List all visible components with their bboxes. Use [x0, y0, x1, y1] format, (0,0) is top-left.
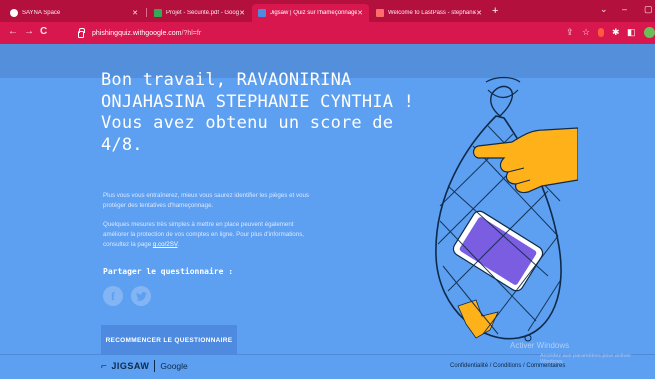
tab-projet-securite[interactable]: Projet - Sécurité.pdf - Google D ✕ — [148, 4, 251, 22]
sayna-favicon-icon — [10, 9, 18, 17]
lastpass-favicon-icon — [376, 9, 384, 17]
paragraph-prefix: Quelques mesures très simples à mettre e… — [103, 221, 305, 248]
lock-icon — [78, 27, 85, 38]
result-paragraph-security: Quelques mesures très simples à mettre e… — [103, 220, 318, 250]
close-tab-icon[interactable]: ✕ — [357, 9, 363, 17]
puzzle-icon[interactable]: ✱ — [612, 27, 620, 38]
hand-illustration — [472, 127, 578, 194]
tab-title: SAYNA Space — [22, 10, 61, 16]
tab-separator — [146, 8, 147, 17]
forward-arrow-icon[interactable]: → — [24, 26, 34, 37]
fish-illustration — [457, 299, 499, 339]
logo-google-text: Google — [160, 361, 188, 371]
minimize-icon[interactable]: – — [622, 4, 627, 14]
new-tab-button[interactable]: + — [492, 5, 498, 17]
close-tab-icon[interactable]: ✕ — [239, 9, 245, 17]
quiz-result-page: Bon travail, RAVAONIRINA ONJAHASINA STEP… — [0, 44, 655, 379]
maximize-icon[interactable]: ▢ — [644, 4, 653, 15]
tab-title: Projet - Sécurité.pdf - Google D — [166, 10, 240, 16]
two-step-link[interactable]: g.co/2SV — [153, 241, 178, 248]
logo-divider — [154, 360, 156, 372]
jigsaw-mark-icon: ⌐ — [101, 360, 108, 372]
phone-illustration — [452, 210, 544, 292]
browser-tab-strip: SAYNA Space ✕ Projet - Sécurité.pdf - Go… — [0, 0, 655, 22]
result-paragraph-practice: Plus vous vous entraînerez, mieux vous s… — [103, 192, 310, 209]
restart-quiz-button[interactable]: RECOMMENCER LE QUESTIONNAIRE — [101, 325, 237, 355]
activate-windows-watermark: Activer Windows — [510, 341, 570, 350]
facebook-icon[interactable]: f — [103, 286, 123, 306]
tab-jigsaw-quiz[interactable]: Jigsaw | Quiz sur l'hameçonnage ✕ — [252, 4, 369, 22]
url-path: /?hl=fr — [181, 29, 202, 37]
browser-toolbar: ← → C phishingquiz.withgoogle.com /?hl=f… — [0, 22, 655, 44]
sidebar-icon[interactable]: ◧ — [627, 27, 636, 38]
twitter-bird-icon — [135, 291, 147, 301]
url-host: phishingquiz.withgoogle.com — [92, 29, 182, 37]
share-icon[interactable]: ⇪ — [566, 27, 574, 38]
address-bar[interactable]: phishingquiz.withgoogle.com /?hl=fr — [72, 25, 504, 41]
close-tab-icon[interactable]: ✕ — [476, 9, 482, 17]
net-bag-illustration — [435, 76, 562, 342]
activate-windows-subtext: Accédez aux paramètres pour activer Wind… — [540, 353, 632, 365]
extension-icon[interactable] — [598, 28, 604, 37]
tab-title: Jigsaw | Quiz sur l'hameçonnage — [270, 10, 358, 16]
tab-search-chevron-icon[interactable]: ⌄ — [600, 4, 608, 15]
tab-sayna[interactable]: SAYNA Space ✕ — [4, 4, 144, 22]
share-label: Partager le questionnaire : — [103, 267, 234, 276]
jigsaw-google-logo[interactable]: ⌐ JIGSAW Google — [101, 360, 188, 372]
tab-lastpass[interactable]: Welcome to LastPass - stephanie ✕ — [370, 4, 488, 22]
paragraph-suffix: . — [177, 241, 180, 248]
tab-title: Welcome to LastPass - stephanie — [388, 10, 477, 16]
jigsaw-favicon-icon — [258, 9, 266, 17]
reload-icon[interactable]: C — [40, 26, 47, 37]
back-arrow-icon[interactable]: ← — [8, 26, 18, 37]
phishing-net-illustration — [435, 76, 578, 342]
result-headline: Bon travail, RAVAONIRINA ONJAHASINA STEP… — [101, 70, 415, 155]
logo-jigsaw-text: JIGSAW — [111, 361, 150, 371]
twitter-icon[interactable] — [131, 286, 151, 306]
google-drive-favicon-icon — [154, 9, 162, 17]
profile-icon[interactable] — [644, 27, 655, 38]
star-icon[interactable]: ☆ — [582, 27, 590, 38]
close-tab-icon[interactable]: ✕ — [132, 9, 138, 17]
